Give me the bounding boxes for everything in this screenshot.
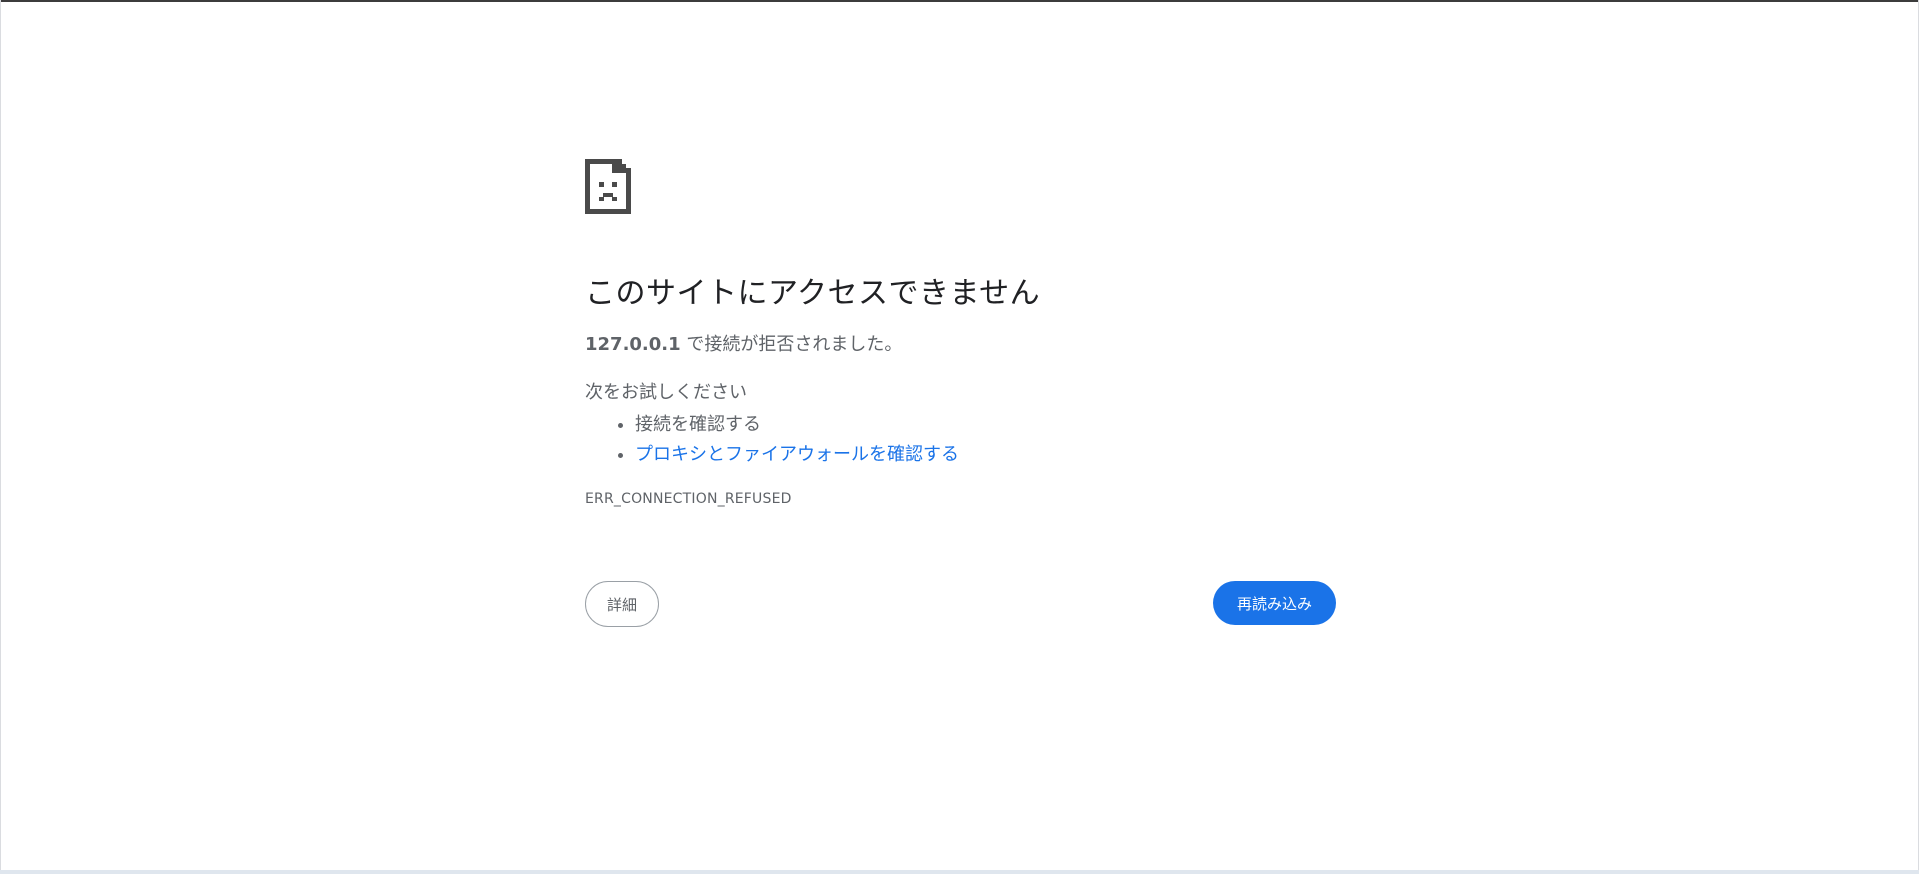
error-code: ERR_CONNECTION_REFUSED xyxy=(585,491,792,507)
sad-page-icon xyxy=(585,159,631,214)
suggestions-list: 接続を確認する プロキシとファイアウォールを確認する xyxy=(585,410,1335,470)
suggestions-heading: 次をお試しください xyxy=(585,382,747,403)
main-heading: このサイトにアクセスできません xyxy=(585,276,1041,311)
window-bottom-strip xyxy=(0,870,1919,874)
suggestion-item-check-connection: 接続を確認する xyxy=(635,410,1335,440)
window-top-border xyxy=(0,0,1919,2)
host-address: 127.0.0.1 xyxy=(585,334,681,355)
suggestion-check-connection-label: 接続を確認する xyxy=(635,414,761,435)
error-summary: 127.0.0.1 で接続が拒否されました。 xyxy=(585,332,1335,358)
window-left-border xyxy=(0,0,1,874)
check-proxy-firewall-link[interactable]: プロキシとファイアウォールを確認する xyxy=(635,444,959,465)
reload-button[interactable]: 再読み込み xyxy=(1213,581,1336,625)
error-interstitial: このサイトにアクセスできません 127.0.0.1 で接続が拒否されました。 次… xyxy=(585,159,1335,508)
suggestion-item-check-proxy: プロキシとファイアウォールを確認する xyxy=(635,440,1335,470)
details-button[interactable]: 詳細 xyxy=(585,581,659,627)
summary-text: で接続が拒否されました。 xyxy=(680,334,903,355)
